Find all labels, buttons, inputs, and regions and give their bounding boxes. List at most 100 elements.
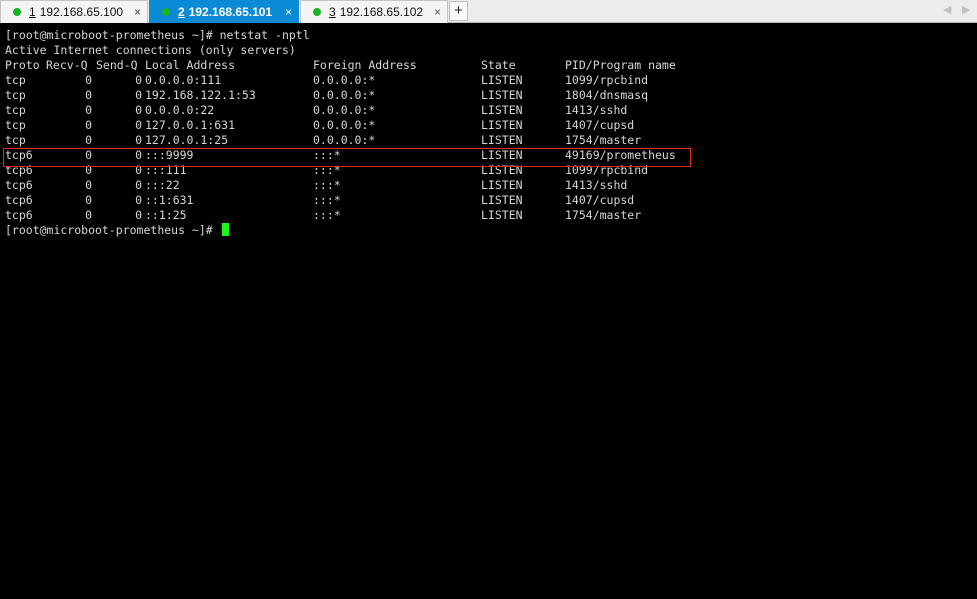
connected-status-icon (13, 8, 21, 16)
cell-recv-q: 0 (85, 73, 92, 87)
cell-state: LISTEN (481, 118, 523, 132)
cell-send-q: 0 (135, 193, 142, 207)
tab-host-label: 192.168.65.100 (39, 5, 124, 19)
cell-recv-q: 0 (85, 208, 92, 222)
terminal-output[interactable]: [root@microboot-prometheus ~]# netstat -… (5, 28, 973, 238)
cell-recv-q: 0 (85, 178, 92, 192)
cell-local-address: 0.0.0.0:111 (145, 73, 222, 87)
cell-proto: tcp6 (5, 163, 33, 177)
cell-state: LISTEN (481, 208, 523, 222)
cell-pid-program: 1099/rpcbind (565, 73, 649, 87)
cell-local-address: 192.168.122.1:53 (145, 88, 256, 102)
cell-proto: tcp6 (5, 193, 33, 207)
cell-foreign-address: :::* (313, 148, 341, 162)
table-row: tcp 0 0 0.0.0.0:111 0.0.0.0:* LISTEN 1099/rpcb… (5, 73, 973, 88)
cell-send-q: 0 (135, 178, 142, 192)
cell-send-q: 0 (135, 148, 142, 162)
session-tab-1[interactable]: 1 192.168.65.100 × (0, 0, 148, 23)
table-row: tcp 0 0 127.0.0.1:25 0.0.0.0:* LISTEN 1754/mas… (5, 133, 973, 148)
cell-local-address: ::1:25 (145, 208, 187, 222)
close-tab-icon[interactable]: × (434, 5, 441, 19)
cell-proto: tcp (5, 73, 26, 87)
cell-recv-q: 0 (85, 148, 92, 162)
cell-pid-program: 49169/prometheus (565, 148, 676, 162)
table-row-highlighted: tcp6 0 0:::9999:::* LISTEN 49169/prometheus (5, 148, 973, 163)
cell-local-address: 127.0.0.1:631 (145, 118, 236, 132)
cell-proto: tcp6 (5, 148, 33, 162)
scroll-tabs-left-icon[interactable]: ◀ (943, 3, 951, 16)
cell-recv-q: 0 (85, 163, 92, 177)
cell-local-address: :::22 (145, 178, 180, 192)
cell-state: LISTEN (481, 103, 523, 117)
shell-prompt: [root@microboot-prometheus ~]# (5, 223, 220, 237)
cell-state: LISTEN (481, 88, 523, 102)
table-row: tcp 0 0 127.0.0.1:631 0.0.0.0:* LISTEN 1407/cu… (5, 118, 973, 133)
new-tab-button[interactable]: + (449, 1, 468, 21)
cell-recv-q: 0 (85, 103, 92, 117)
session-tab-3[interactable]: 3 192.168.65.102 × (300, 0, 448, 23)
cell-proto: tcp6 (5, 178, 33, 192)
cell-send-q: 0 (135, 88, 142, 102)
netstat-subtitle: Active Internet connections (only server… (5, 43, 296, 57)
cell-send-q: 0 (135, 118, 142, 132)
tab-number: 3 (329, 5, 336, 19)
cell-foreign-address: 0.0.0.0:* (313, 133, 376, 147)
header-local-address: Local Address (145, 58, 236, 72)
header-recv-q: Recv-Q (46, 58, 88, 72)
cell-recv-q: 0 (85, 88, 92, 102)
cell-pid-program: 1754/master (565, 133, 642, 147)
header-send-q: Send-Q (96, 58, 138, 72)
cell-send-q: 0 (135, 103, 142, 117)
cell-pid-program: 1804/dnsmasq (565, 88, 649, 102)
cell-local-address: ::1:631 (145, 193, 194, 207)
tab-number: 1 (29, 5, 36, 19)
cell-state: LISTEN (481, 178, 523, 192)
session-tab-2[interactable]: 2 192.168.65.101 × (149, 0, 299, 23)
cell-proto: tcp (5, 133, 26, 147)
cell-proto: tcp6 (5, 208, 33, 222)
cell-pid-program: 1099/rpcbind (565, 163, 649, 177)
cell-pid-program: 1413/sshd (565, 103, 628, 117)
cell-local-address: 127.0.0.1:25 (145, 133, 229, 147)
cell-proto: tcp (5, 118, 26, 132)
cell-send-q: 0 (135, 163, 142, 177)
tab-bar: 1 192.168.65.100 × 2 192.168.65.101 × 3 … (0, 0, 977, 23)
table-row: tcp6 0 0:::111:::* LISTEN 1099/rpcbind (5, 163, 973, 178)
cell-foreign-address: 0.0.0.0:* (313, 88, 376, 102)
table-row: tcp 0 0 192.168.122.1:53 0.0.0.0:* LISTEN 1804… (5, 88, 973, 103)
table-row: tcp 0 0 0.0.0.0:22 0.0.0.0:* LISTEN 1413/sshd (5, 103, 973, 118)
tab-number: 2 (178, 5, 185, 19)
table-row: tcp6 0 0:::22:::* LISTEN 1413/sshd (5, 178, 973, 193)
tab-host-label: 192.168.65.101 (188, 5, 273, 19)
cell-state: LISTEN (481, 148, 523, 162)
cell-local-address: 0.0.0.0:22 (145, 103, 215, 117)
scroll-tabs-right-icon[interactable]: ▶ (962, 3, 970, 16)
cell-send-q: 0 (135, 73, 142, 87)
tab-host-label: 192.168.65.102 (339, 5, 424, 19)
cell-foreign-address: :::* (313, 193, 341, 207)
cell-pid-program: 1413/sshd (565, 178, 628, 192)
cell-state: LISTEN (481, 73, 523, 87)
cell-foreign-address: :::* (313, 163, 341, 177)
cell-state: LISTEN (481, 163, 523, 177)
cell-foreign-address: 0.0.0.0:* (313, 73, 376, 87)
cell-foreign-address: 0.0.0.0:* (313, 103, 376, 117)
cell-pid-program: 1754/master (565, 208, 642, 222)
cell-foreign-address: :::* (313, 178, 341, 192)
table-row: tcp6 0 0::1:25:::* LISTEN 1754/master (5, 208, 973, 223)
cell-foreign-address: 0.0.0.0:* (313, 118, 376, 132)
cell-recv-q: 0 (85, 133, 92, 147)
cell-pid-program: 1407/cupsd (565, 193, 635, 207)
connected-status-icon (162, 8, 170, 16)
prompt-line[interactable]: [root@microboot-prometheus ~]# (5, 223, 973, 238)
close-tab-icon[interactable]: × (285, 5, 292, 19)
header-pid-program: PID/Program name (565, 58, 676, 72)
cell-pid-program: 1407/cupsd (565, 118, 635, 132)
header-proto: Proto (5, 58, 40, 72)
cell-state: LISTEN (481, 193, 523, 207)
close-tab-icon[interactable]: × (134, 5, 141, 19)
header-state: State (481, 58, 516, 72)
command-line: [root@microboot-prometheus ~]# netstat -… (5, 28, 310, 42)
table-header: Proto Recv-Q Send-Q Local Address Foreig… (5, 58, 973, 73)
cell-proto: tcp (5, 103, 26, 117)
